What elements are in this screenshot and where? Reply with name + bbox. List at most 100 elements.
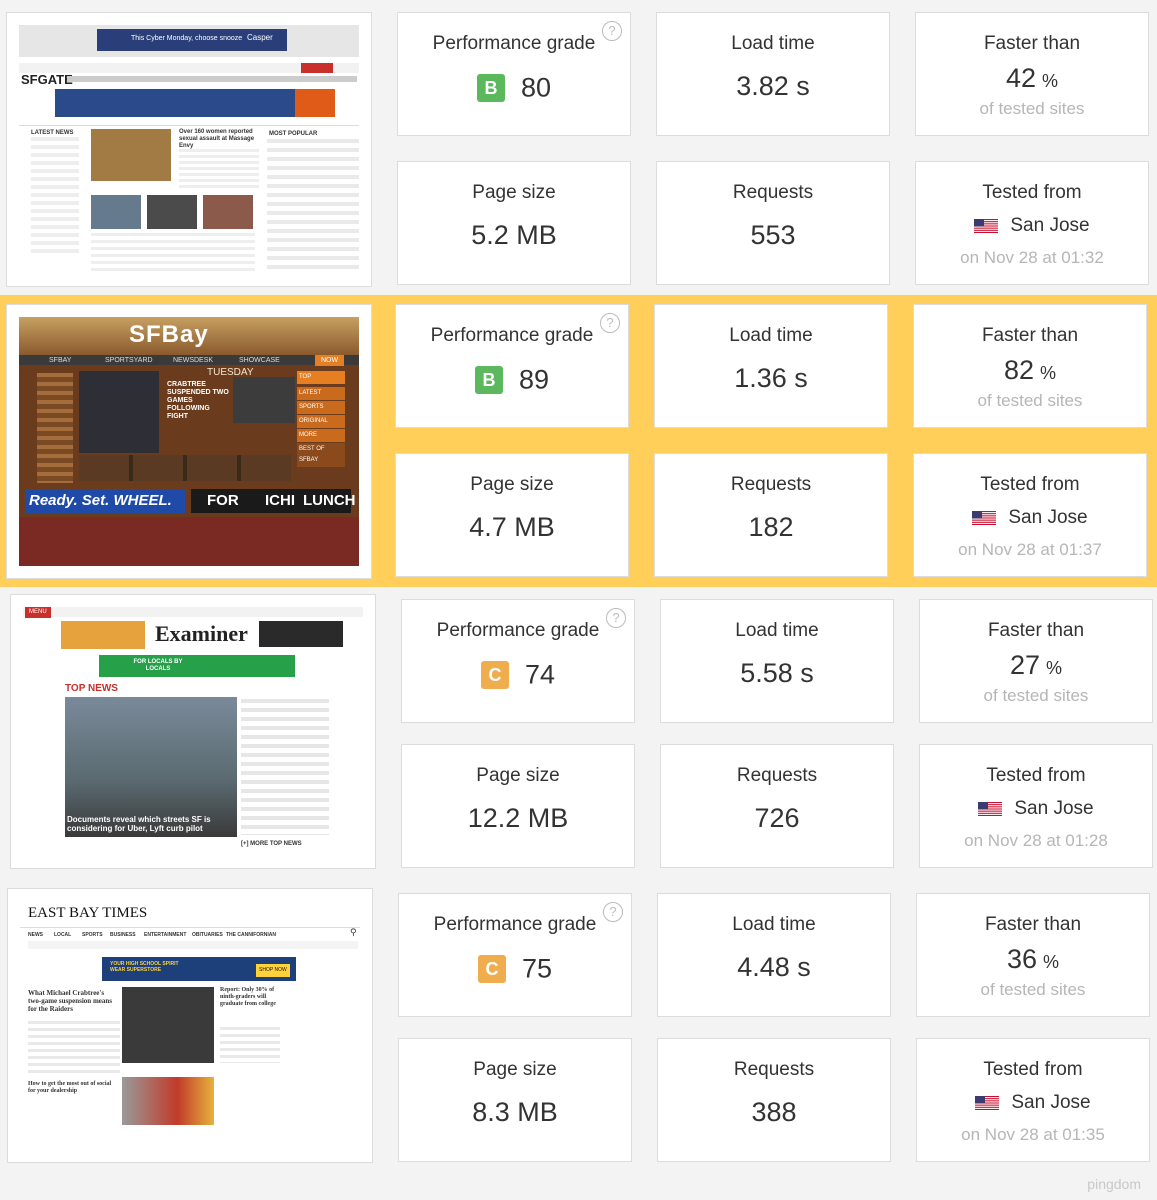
nav-item: NEWS bbox=[28, 932, 43, 938]
grade-value: 80 bbox=[520, 72, 552, 103]
nav-item: ENTERTAINMENT bbox=[144, 932, 187, 938]
requests-label: Requests bbox=[736, 765, 818, 786]
faster-than-value: 82 bbox=[1003, 355, 1035, 385]
help-icon[interactable]: ? bbox=[600, 313, 620, 333]
of-tested-sites: of tested sites bbox=[977, 391, 1083, 410]
eastbaytimes-thumbnail: EAST BAY TIMES NEWS LOCAL SPORTS BUSINES… bbox=[20, 901, 360, 1150]
faster-than-card: Faster than 42% of tested sites bbox=[915, 12, 1149, 136]
test-date: on Nov 28 at 01:32 bbox=[960, 248, 1104, 267]
nav-bar: SFBAY SPORTSYARD NEWSDESK SHOWCASE NOW bbox=[19, 355, 359, 366]
test-date: on Nov 28 at 01:35 bbox=[961, 1125, 1105, 1144]
load-time-value: 5.58 s bbox=[740, 658, 814, 688]
page-size-label: Page size bbox=[472, 182, 556, 203]
load-time-value: 4.48 s bbox=[737, 952, 811, 982]
lawyer-ad bbox=[61, 621, 145, 649]
ad-brand: Casper bbox=[247, 33, 273, 42]
lead-photo bbox=[91, 129, 171, 181]
location-wrap: San Jose bbox=[920, 798, 1152, 820]
us-flag-icon bbox=[975, 1095, 1000, 1110]
performance-grade-label: Performance grade bbox=[430, 325, 594, 346]
nav-item: SFBAY bbox=[49, 357, 72, 364]
requests-card: Requests 553 bbox=[656, 161, 890, 285]
requests-card: Requests 182 bbox=[654, 453, 888, 577]
pingdom-logo: pingdom bbox=[1087, 1176, 1141, 1192]
nav-item: LOCAL bbox=[54, 932, 72, 938]
lead-headline: CRABTREE SUSPENDED TWO GAMES FOLLOWING F… bbox=[167, 381, 229, 420]
ad-text: Ready. Set. WHEEL. bbox=[29, 492, 172, 509]
promo-text: FOR LOCALS BY LOCALS bbox=[133, 659, 183, 672]
page-size-label: Page size bbox=[470, 474, 554, 495]
divider bbox=[20, 927, 360, 928]
side-item: SPORTS bbox=[297, 401, 345, 414]
ad-text-2: FOR bbox=[207, 492, 239, 509]
load-time-value: 1.36 s bbox=[734, 363, 808, 393]
grade-value: 89 bbox=[518, 364, 550, 395]
requests-value: 553 bbox=[750, 220, 796, 250]
menu-button: MENU bbox=[25, 607, 51, 618]
faster-than-label: Faster than bbox=[981, 325, 1079, 346]
masthead: EAST BAY TIMES bbox=[28, 905, 148, 921]
lead-photo: Documents reveal which streets SF is con… bbox=[65, 697, 237, 837]
faster-than-card: Faster than 27% of tested sites bbox=[919, 599, 1153, 723]
spirit-wear-ad: YOUR HIGH SCHOOL SPIRIT WEAR SUPERSTORE … bbox=[102, 957, 296, 981]
lead-bullets bbox=[179, 149, 259, 189]
help-icon[interactable]: ? bbox=[602, 21, 622, 41]
us-flag-icon bbox=[974, 218, 999, 233]
test-date: on Nov 28 at 01:37 bbox=[958, 540, 1102, 559]
location-wrap: San Jose bbox=[916, 215, 1148, 237]
nav-item: OBITUARIES bbox=[192, 932, 223, 938]
site-screenshot[interactable]: SFBay SFBAY SPORTSYARD NEWSDESK SHOWCASE… bbox=[6, 304, 372, 579]
side-item: ORIGINAL bbox=[297, 415, 345, 428]
site-screenshot[interactable]: MENU Examiner FOR LOCALS BY LOCALS TOP N… bbox=[10, 594, 376, 869]
nav-item: NEWSDESK bbox=[173, 357, 214, 364]
result-row-highlighted: SFBay SFBAY SPORTSYARD NEWSDESK SHOWCASE… bbox=[0, 295, 1157, 587]
performance-grade-card: Performance grade ? B 89 bbox=[395, 304, 629, 428]
story-photo bbox=[203, 195, 253, 229]
faster-than-label: Faster than bbox=[983, 33, 1081, 54]
load-time-card: Load time 4.48 s bbox=[657, 893, 891, 1017]
masthead: SFGATE bbox=[21, 72, 73, 87]
trending-bar bbox=[28, 941, 358, 949]
page-size-card: Page size 12.2 MB bbox=[401, 744, 635, 868]
page-size-value: 4.7 MB bbox=[469, 512, 555, 542]
sponsored-photo bbox=[122, 1077, 214, 1125]
of-tested-sites: of tested sites bbox=[983, 686, 1089, 705]
masthead: Examiner bbox=[155, 621, 248, 646]
left-column bbox=[37, 373, 73, 483]
site-screenshot[interactable]: EAST BAY TIMES NEWS LOCAL SPORTS BUSINES… bbox=[7, 888, 373, 1163]
story-photo bbox=[91, 195, 141, 229]
performance-grade-value-wrap: B 80 bbox=[398, 71, 630, 103]
help-icon[interactable]: ? bbox=[606, 608, 626, 628]
ad-text-3: ICHI bbox=[265, 492, 295, 509]
percent-sign: % bbox=[1043, 952, 1060, 972]
lunch-ad: FOR ICHI LUNCH bbox=[191, 489, 356, 513]
top-news-list bbox=[241, 699, 329, 835]
requests-value: 388 bbox=[751, 1097, 797, 1127]
requests-value: 182 bbox=[748, 512, 794, 542]
faster-than-label: Faster than bbox=[987, 620, 1085, 641]
sponsored-headline: How to get the most out of social for yo… bbox=[28, 1081, 112, 1094]
side-item: LATEST bbox=[297, 387, 345, 400]
page-size-label: Page size bbox=[476, 765, 560, 786]
footer-photo bbox=[19, 517, 359, 566]
side-item: TOP bbox=[297, 371, 345, 384]
performance-grade-label: Performance grade bbox=[432, 33, 596, 54]
tested-from-label: Tested from bbox=[983, 1059, 1083, 1080]
location-name: San Jose bbox=[1014, 798, 1094, 819]
site-screenshot[interactable]: This Cyber Monday, choose snooze Casper … bbox=[6, 12, 372, 287]
of-tested-sites: of tested sites bbox=[979, 99, 1085, 118]
search-icon[interactable]: ⚲ bbox=[350, 927, 357, 938]
tested-from-card: Tested from San Jose on Nov 28 at 01:28 bbox=[919, 744, 1153, 868]
top-bar bbox=[23, 607, 363, 617]
help-icon[interactable]: ? bbox=[603, 902, 623, 922]
location-name: San Jose bbox=[1008, 507, 1088, 528]
result-row: EAST BAY TIMES NEWS LOCAL SPORTS BUSINES… bbox=[0, 884, 1157, 1176]
more-top-news-link[interactable]: [+] MORE TOP NEWS bbox=[241, 839, 302, 850]
nav-item: BUSINESS bbox=[110, 932, 136, 938]
performance-grade-value-wrap: B 89 bbox=[396, 363, 628, 395]
grade-badge: B bbox=[476, 73, 505, 102]
side-text bbox=[220, 1027, 280, 1063]
tested-from-label: Tested from bbox=[980, 474, 1080, 495]
side-nav: TOP LATEST SPORTS ORIGINAL MORE BEST OF … bbox=[297, 371, 345, 475]
faster-than-value-wrap: 36% bbox=[917, 944, 1149, 975]
